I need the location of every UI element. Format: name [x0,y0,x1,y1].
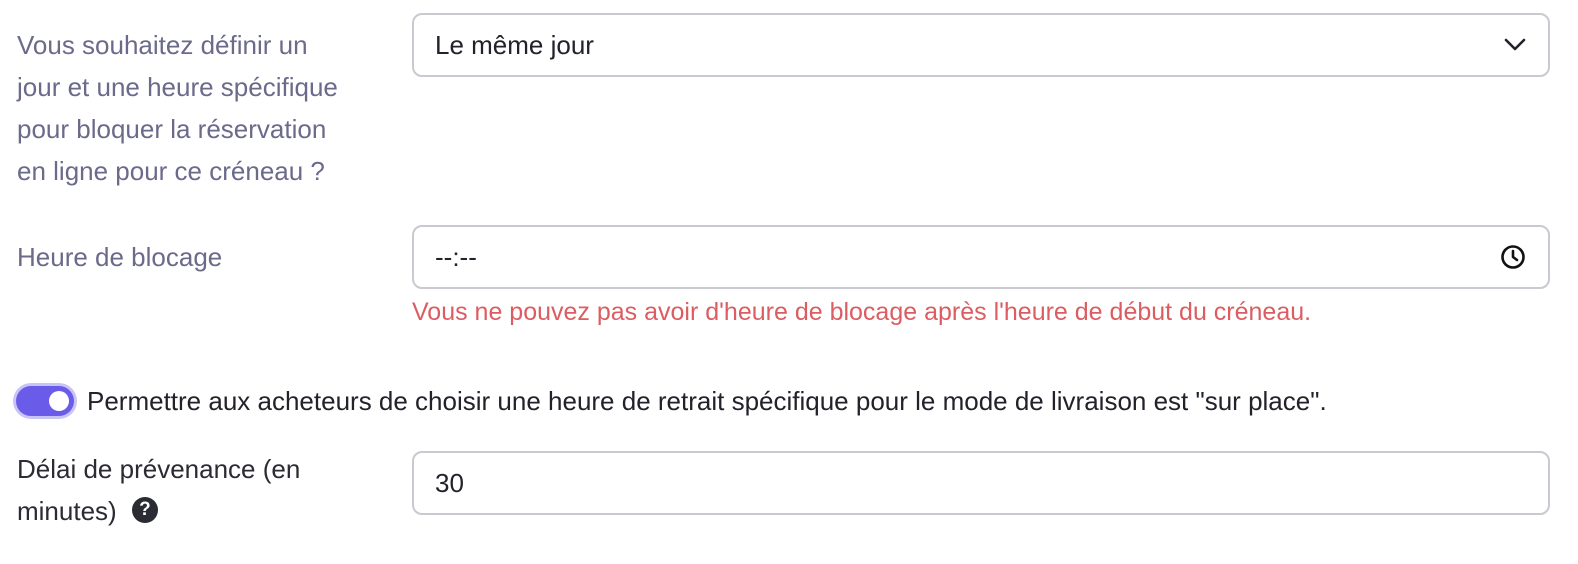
block-time-label: Heure de blocage [17,242,223,272]
question-circle-icon[interactable]: ? [131,497,158,524]
block-time-value: --:-- [435,242,477,272]
block-time-error: Vous ne pouvez pas avoir d'heure de bloc… [412,298,1312,326]
pickup-time-toggle[interactable] [16,386,74,416]
notice-delay-label: Délai de prévenance (en minutes) ? [17,448,300,532]
block-day-label-line: Vous souhaitez définir un [17,30,308,60]
block-day-selected-value: Le même jour [435,30,594,60]
notice-delay-input[interactable]: 30 [412,451,1550,515]
pickup-time-toggle-label[interactable]: Permettre aux acheteurs de choisir une h… [87,386,1327,417]
block-day-label-line: jour et une heure spécifique [17,72,338,102]
clock-icon[interactable] [1500,244,1526,270]
notice-delay-label-line: Délai de prévenance (en [17,454,301,484]
pickup-time-toggle-row: Permettre aux acheteurs de choisir une h… [16,380,1327,422]
block-day-label: Vous souhaitez définir un jour et une he… [17,24,338,192]
block-time-input[interactable]: --:-- [412,225,1550,289]
notice-delay-label-text: minutes) [17,496,117,526]
toggle-knob [49,391,69,411]
chevron-down-icon [1504,38,1526,52]
notice-delay-label-line-2: minutes) ? [17,490,300,532]
notice-delay-value: 30 [435,468,464,498]
block-day-label-line: pour bloquer la réservation [17,114,327,144]
block-day-label-line: en ligne pour ce créneau ? [17,156,325,186]
block-day-select[interactable]: Le même jour [412,13,1550,77]
form-page: Vous souhaitez définir un jour et une he… [0,0,1578,564]
